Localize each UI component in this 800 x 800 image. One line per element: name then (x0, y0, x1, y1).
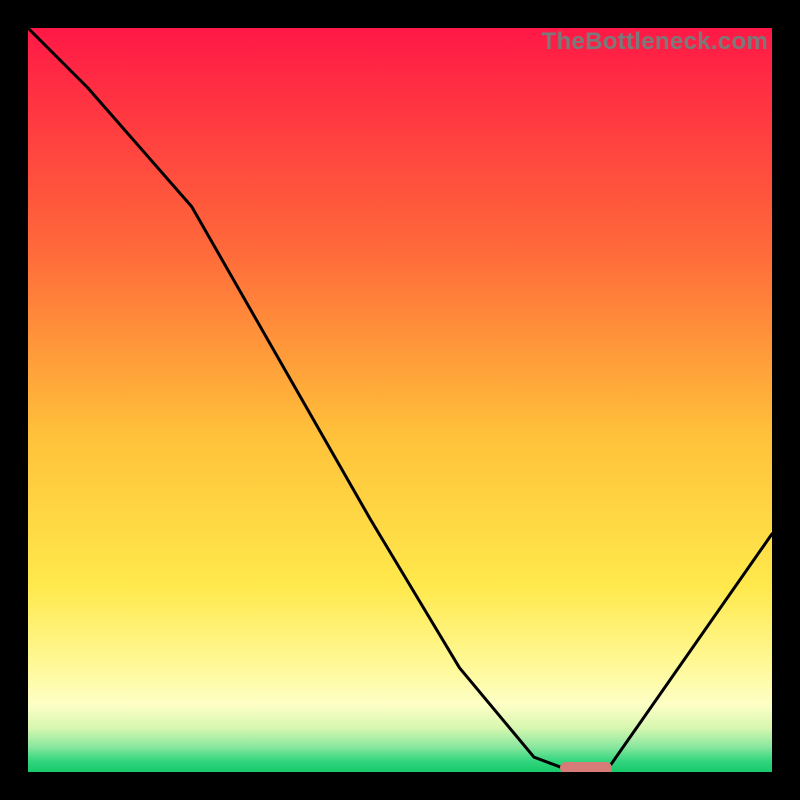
plot-area: TheBottleneck.com (28, 28, 772, 772)
watermark-text: TheBottleneck.com (542, 28, 768, 56)
chart-frame: TheBottleneck.com (0, 0, 800, 800)
optimal-range-marker (560, 762, 613, 772)
background-gradient (28, 28, 772, 772)
